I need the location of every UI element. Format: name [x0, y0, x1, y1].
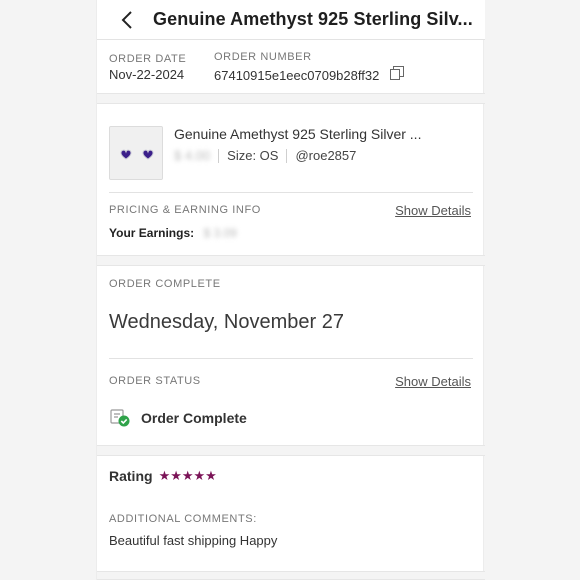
item-title[interactable]: Genuine Amethyst 925 Sterling Silver ...: [174, 126, 421, 142]
divider: [109, 192, 473, 193]
heart-earrings-image: [110, 127, 162, 179]
order-complete-check-icon: [110, 409, 130, 427]
comment-text: Beautiful fast shipping Happy: [109, 533, 278, 548]
status-show-details-link[interactable]: Show Details: [395, 374, 471, 389]
rating-stars: ★★★★★: [158, 468, 217, 483]
order-status-text: Order Complete: [141, 410, 247, 426]
order-status-label: ORDER STATUS: [109, 375, 201, 387]
rating-label: Rating: [109, 468, 153, 484]
completion-date: Wednesday, November 27: [109, 311, 344, 333]
copy-icon: [390, 66, 404, 80]
pricing-label: PRICING & EARNING INFO: [109, 204, 261, 216]
top-bar: Genuine Amethyst 925 Sterling Silv...: [97, 0, 485, 40]
page-title: Genuine Amethyst 925 Sterling Silv...: [153, 9, 473, 29]
seller-username[interactable]: @roe2857: [295, 148, 356, 163]
earnings-value: $ 3.09: [203, 226, 237, 240]
chevron-left-icon: [121, 11, 132, 29]
order-complete-label: ORDER COMPLETE: [109, 278, 221, 290]
item-size: Size: OS: [227, 148, 279, 163]
meta-separator: [218, 148, 220, 163]
item-price: $ 4.00: [174, 148, 211, 163]
order-number-label: ORDER NUMBER: [214, 51, 312, 63]
earnings-row: Your Earnings: $ 3.09: [109, 226, 237, 240]
section-divider: [97, 93, 485, 104]
order-date-value: Nov-22-2024: [109, 67, 185, 82]
section-divider: [97, 571, 485, 580]
copy-order-number-button[interactable]: [389, 65, 405, 81]
order-number-value[interactable]: 67410915e1eec0709b28ff32: [214, 68, 379, 83]
order-details-screen: Genuine Amethyst 925 Sterling Silv... OR…: [96, 0, 485, 580]
pricing-show-details-link[interactable]: Show Details: [395, 203, 471, 218]
section-divider: [97, 445, 485, 456]
section-divider: [97, 255, 485, 266]
divider: [109, 358, 473, 359]
order-status-row: Order Complete: [109, 408, 247, 428]
additional-comments-label: ADDITIONAL COMMENTS:: [109, 513, 257, 525]
back-button[interactable]: [117, 8, 137, 32]
earnings-label: Your Earnings:: [109, 226, 195, 240]
order-date-label: ORDER DATE: [109, 53, 187, 65]
item-meta: $ 4.00 Size: OS @roe2857: [174, 148, 356, 163]
item-thumbnail[interactable]: [109, 126, 163, 180]
rating-row: Rating ★★★★★: [109, 468, 218, 484]
meta-separator: [286, 148, 288, 163]
